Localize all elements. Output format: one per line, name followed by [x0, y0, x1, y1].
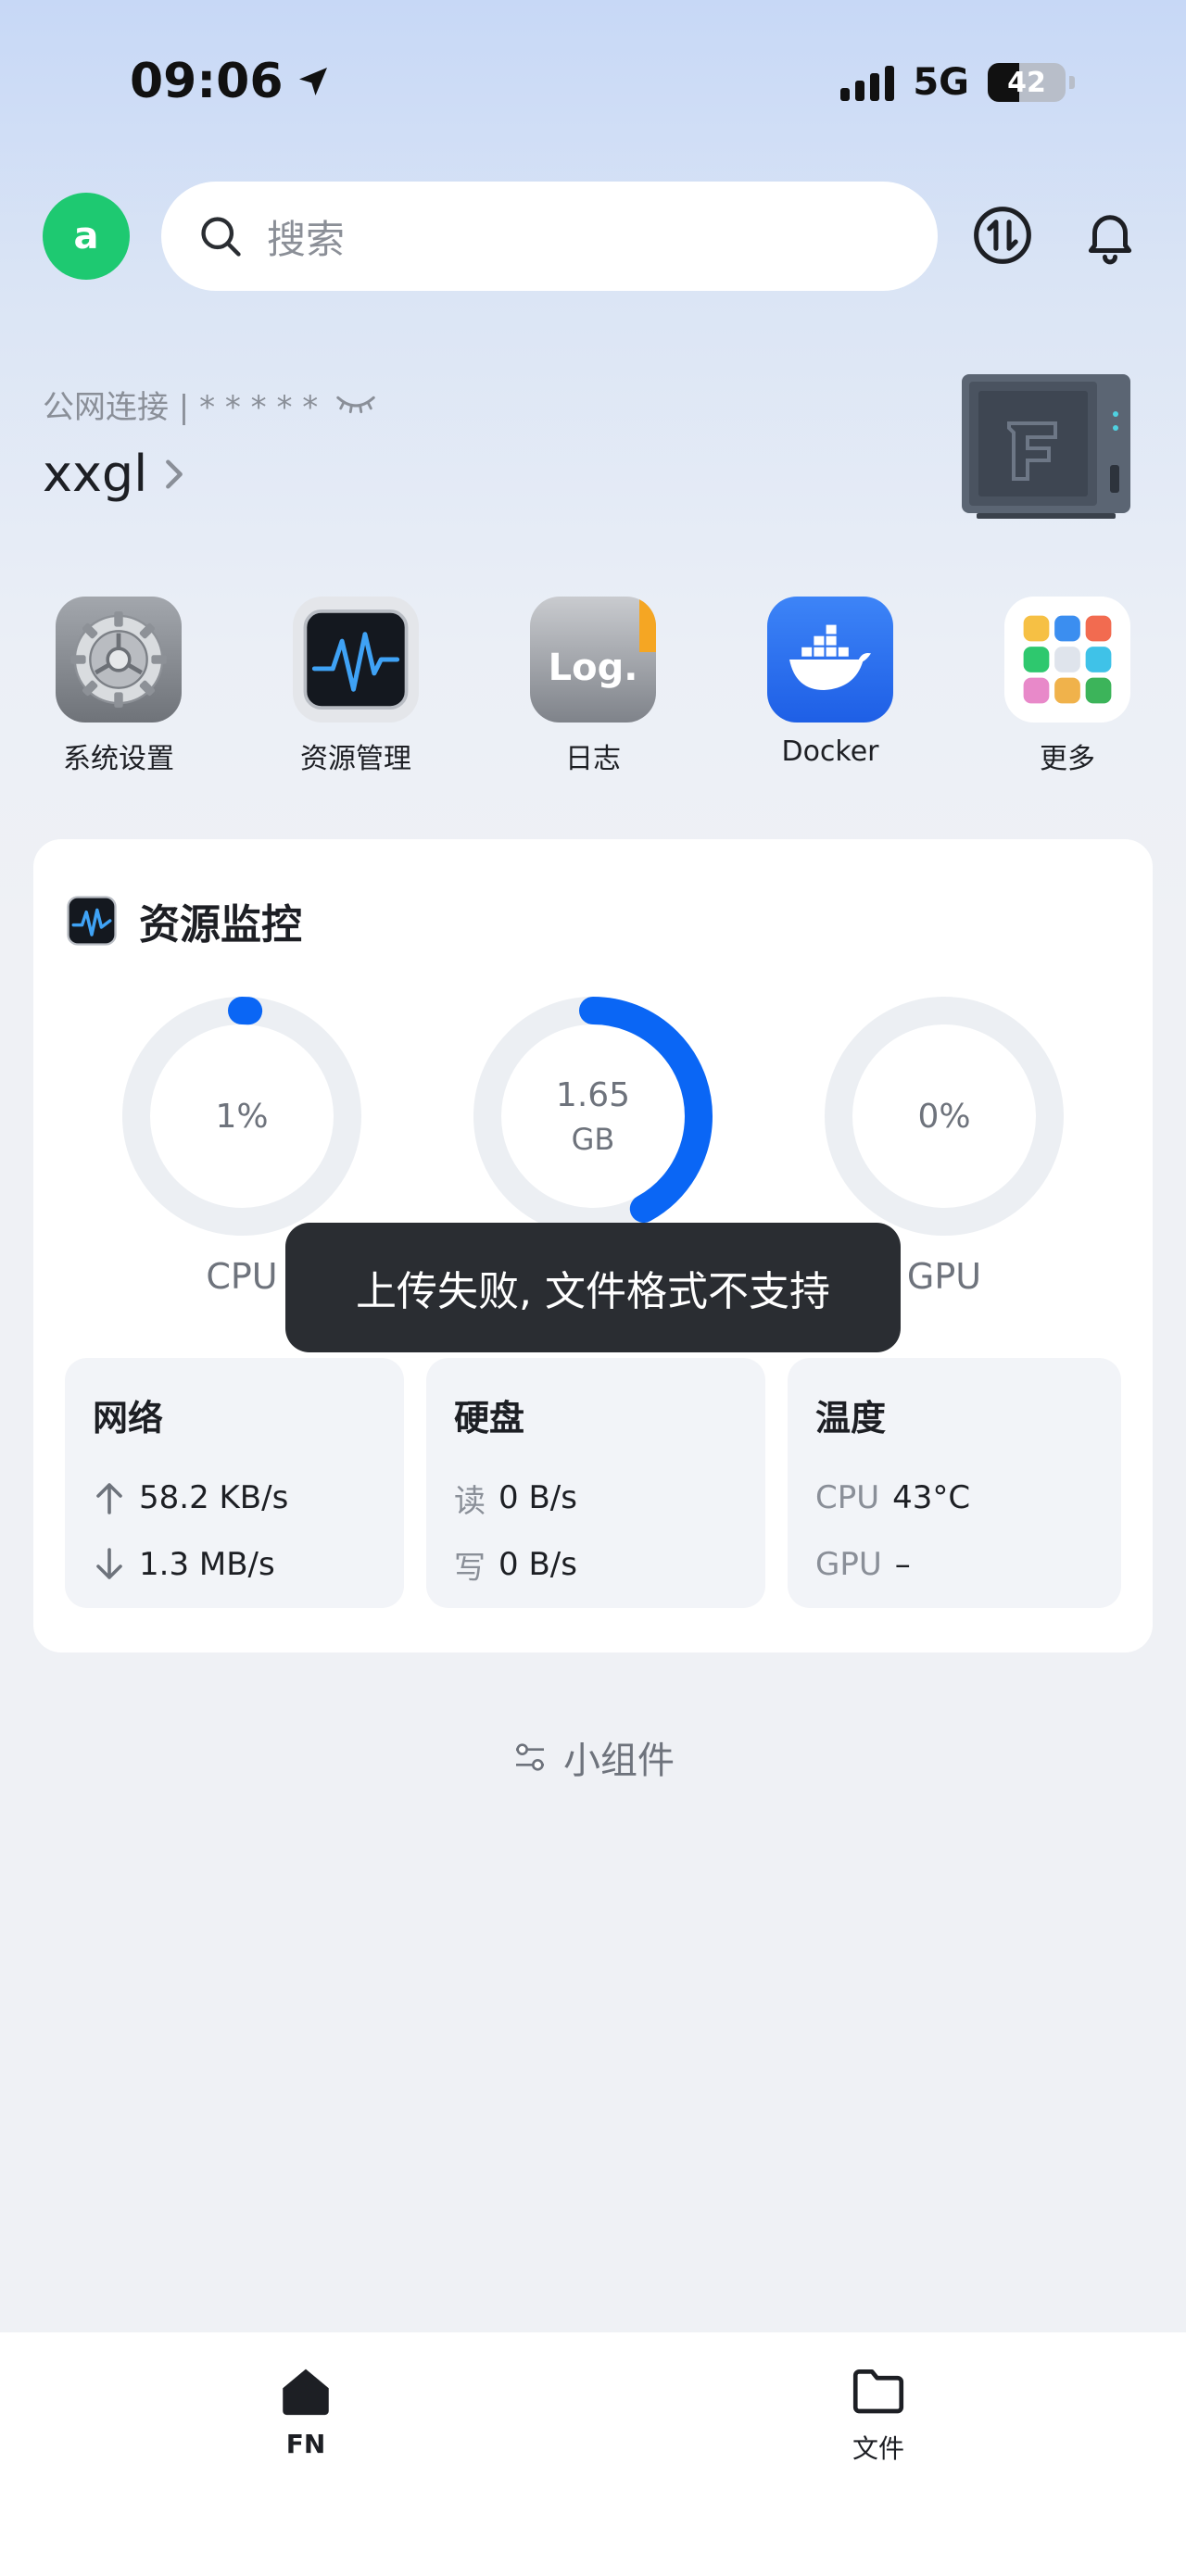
- app-more[interactable]: 更多: [949, 597, 1186, 776]
- activity-monitor-icon: [67, 896, 117, 946]
- disk-read-row: 读 0 B/s: [454, 1464, 738, 1531]
- connection-text: 公网连接 | * * * * *: [43, 389, 319, 426]
- gpu-temp: –: [894, 1546, 911, 1583]
- search-placeholder: 搜索: [267, 216, 346, 262]
- eye-closed-icon[interactable]: [334, 391, 377, 419]
- arrow-up-icon: [96, 1483, 122, 1514]
- app-label: 日志: [565, 743, 621, 775]
- cpu-temp: 43°C: [892, 1479, 971, 1516]
- activity-monitor-icon: [293, 597, 419, 723]
- gauge-value: 0%: [917, 1097, 971, 1136]
- server-name: xxgl: [43, 445, 148, 503]
- widgets-label: 小组件: [563, 1740, 675, 1782]
- disk-write-row: 写 0 B/s: [454, 1531, 738, 1598]
- connection-status: 公网连接 | * * * * *: [43, 382, 377, 427]
- sliders-icon: [516, 1743, 544, 1771]
- download-speed: 1.3 MB/s: [139, 1546, 275, 1583]
- temperature-tile[interactable]: 温度 CPU 43°C GPU –: [788, 1358, 1121, 1608]
- gpu-temp-row: GPU –: [815, 1531, 1093, 1598]
- toast-message: 上传失败, 文件格式不支持: [285, 1223, 901, 1352]
- app-label: Docker: [781, 735, 879, 768]
- bell-icon[interactable]: [1073, 198, 1147, 272]
- gauge-value: 1.65: [555, 1075, 631, 1114]
- status-indicators: 5G 42: [840, 61, 1075, 104]
- app-label: 资源管理: [300, 743, 411, 775]
- chevron-right-icon: [166, 459, 183, 489]
- app-label: 系统设置: [63, 743, 174, 775]
- arrow-down-icon: [96, 1548, 122, 1579]
- nav-files[interactable]: 文件: [786, 2360, 971, 2466]
- battery-icon: 42: [988, 63, 1066, 102]
- disk-tile[interactable]: 硬盘 读 0 B/s 写 0 B/s: [426, 1358, 765, 1608]
- card-header: 资源监控: [65, 891, 302, 950]
- memory-gauge: 1.65 GB: [472, 995, 714, 1238]
- network-tile[interactable]: 网络 58.2 KB/s 1.3 MB/s: [65, 1358, 404, 1608]
- widgets-button[interactable]: 小组件: [0, 1730, 1186, 1784]
- app-log[interactable]: Log. 日志: [474, 597, 712, 776]
- upload-speed-row: 58.2 KB/s: [93, 1464, 376, 1531]
- card-title: 资源监控: [139, 901, 302, 949]
- tile-title: 硬盘: [454, 1398, 525, 1439]
- gauge-unit: GB: [571, 1121, 615, 1157]
- nas-device-image: [962, 374, 1130, 519]
- app-system-settings[interactable]: 系统设置: [0, 597, 237, 776]
- gpu-gauge: 0%: [823, 995, 1066, 1238]
- nav-label: FN: [285, 2429, 326, 2459]
- tile-title: 网络: [93, 1398, 164, 1439]
- cpu-gauge: 1%: [120, 995, 363, 1238]
- battery-level: 42: [1007, 66, 1046, 99]
- read-label: 读: [454, 1482, 486, 1520]
- status-time-text: 09:06: [130, 54, 284, 109]
- app-label: 更多: [1040, 743, 1095, 775]
- transfer-icon[interactable]: [965, 198, 1040, 272]
- location-arrow-icon: [298, 68, 327, 95]
- gauge-value: 1%: [215, 1097, 269, 1136]
- read-speed: 0 B/s: [498, 1479, 577, 1516]
- app-grid: 系统设置 资源管理 Log. 日志 Docker 更多: [0, 597, 1186, 776]
- network-type: 5G: [913, 61, 969, 104]
- search-input[interactable]: 搜索: [161, 182, 938, 291]
- home-icon: [283, 2369, 329, 2416]
- server-name-link[interactable]: xxgl: [43, 445, 188, 503]
- tile-title: 温度: [815, 1398, 887, 1439]
- write-speed: 0 B/s: [498, 1546, 577, 1583]
- gpu-temp-label: GPU: [815, 1546, 882, 1583]
- status-time: 09:06: [130, 54, 332, 109]
- write-label: 写: [454, 1549, 486, 1587]
- avatar[interactable]: a: [43, 193, 130, 280]
- download-speed-row: 1.3 MB/s: [93, 1531, 376, 1598]
- nav-label: 文件: [852, 2433, 904, 2464]
- grid-icon: [1004, 597, 1130, 723]
- cpu-temp-label: CPU: [815, 1479, 880, 1516]
- avatar-letter: a: [73, 215, 99, 258]
- bottom-nav: [0, 2332, 1186, 2576]
- upload-speed: 58.2 KB/s: [139, 1479, 289, 1516]
- log-icon: Log.: [530, 597, 656, 723]
- search-icon: [201, 217, 241, 257]
- app-docker[interactable]: Docker: [712, 597, 949, 776]
- gear-icon: [56, 597, 182, 723]
- docker-icon: [767, 597, 893, 723]
- nav-fn[interactable]: FN: [213, 2360, 398, 2459]
- cpu-temp-row: CPU 43°C: [815, 1464, 1093, 1531]
- cellular-signal-icon: [840, 64, 895, 101]
- app-resource-manager[interactable]: 资源管理: [237, 597, 474, 776]
- toast-text: 上传失败, 文件格式不支持: [356, 1268, 830, 1315]
- folder-icon: [852, 2369, 904, 2414]
